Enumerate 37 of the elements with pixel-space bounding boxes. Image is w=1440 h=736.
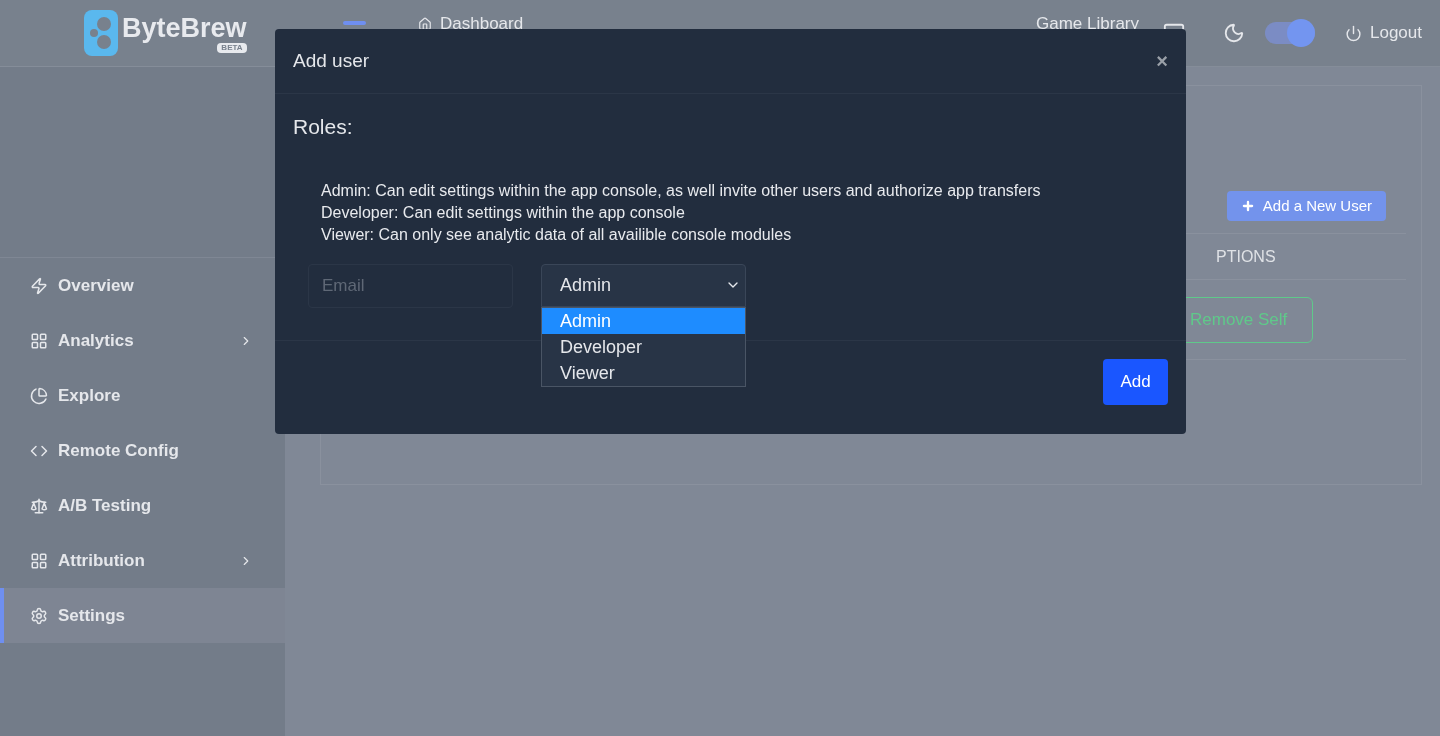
sidebar-item[interactable]: Explore bbox=[0, 368, 285, 423]
settings-icon bbox=[30, 606, 48, 625]
close-button[interactable]: × bbox=[1156, 51, 1168, 71]
sidebar-item[interactable]: Attribution bbox=[0, 533, 285, 588]
sidebar-item[interactable]: A/B Testing bbox=[0, 478, 285, 533]
role-option[interactable]: Admin bbox=[542, 307, 745, 334]
role-description: Admin: Can edit settings within the app console, as well invite other users and authorize app transfers bbox=[321, 180, 1042, 201]
sidebar-item[interactable]: Remote Config bbox=[0, 423, 285, 478]
dialog-title: Add user bbox=[293, 48, 370, 73]
power-icon[interactable] bbox=[1345, 24, 1362, 42]
lightning-icon bbox=[30, 276, 48, 295]
role-description: Viewer: Can only see analytic data of all availible console modules bbox=[321, 224, 793, 245]
sidebar-item[interactable]: Analytics bbox=[0, 313, 285, 368]
grid-icon bbox=[30, 331, 48, 350]
column-heading: PTIONS bbox=[1216, 246, 1276, 267]
scale-icon bbox=[30, 496, 48, 515]
brand-name: ByteBrew bbox=[122, 13, 247, 43]
grid-icon bbox=[30, 551, 48, 570]
sidebar-item[interactable]: Settings bbox=[0, 588, 285, 643]
plus-icon bbox=[1240, 199, 1255, 213]
pie-chart-icon bbox=[30, 386, 48, 405]
role-description: Developer: Can edit settings within the app console bbox=[321, 202, 686, 223]
logo-icon bbox=[84, 10, 118, 56]
add-new-user-button[interactable]: Add a New User bbox=[1226, 191, 1386, 221]
menu-toggle-icon[interactable] bbox=[343, 21, 366, 25]
beta-badge: BETA bbox=[217, 43, 247, 53]
logout-link[interactable]: Logout bbox=[1370, 20, 1422, 46]
sidebar-item[interactable]: Overview bbox=[0, 258, 285, 313]
dark-mode-toggle[interactable] bbox=[1265, 22, 1315, 44]
role-select[interactable]: Admin bbox=[541, 263, 746, 307]
role-option[interactable]: Developer bbox=[542, 333, 745, 360]
home-icon[interactable] bbox=[418, 16, 432, 31]
role-option[interactable]: Viewer bbox=[542, 359, 745, 386]
roles-heading: Roles: bbox=[293, 114, 354, 140]
add-button[interactable]: Add bbox=[1103, 359, 1168, 405]
email-field[interactable]: Email bbox=[308, 263, 513, 308]
moon-icon[interactable] bbox=[1223, 22, 1245, 44]
